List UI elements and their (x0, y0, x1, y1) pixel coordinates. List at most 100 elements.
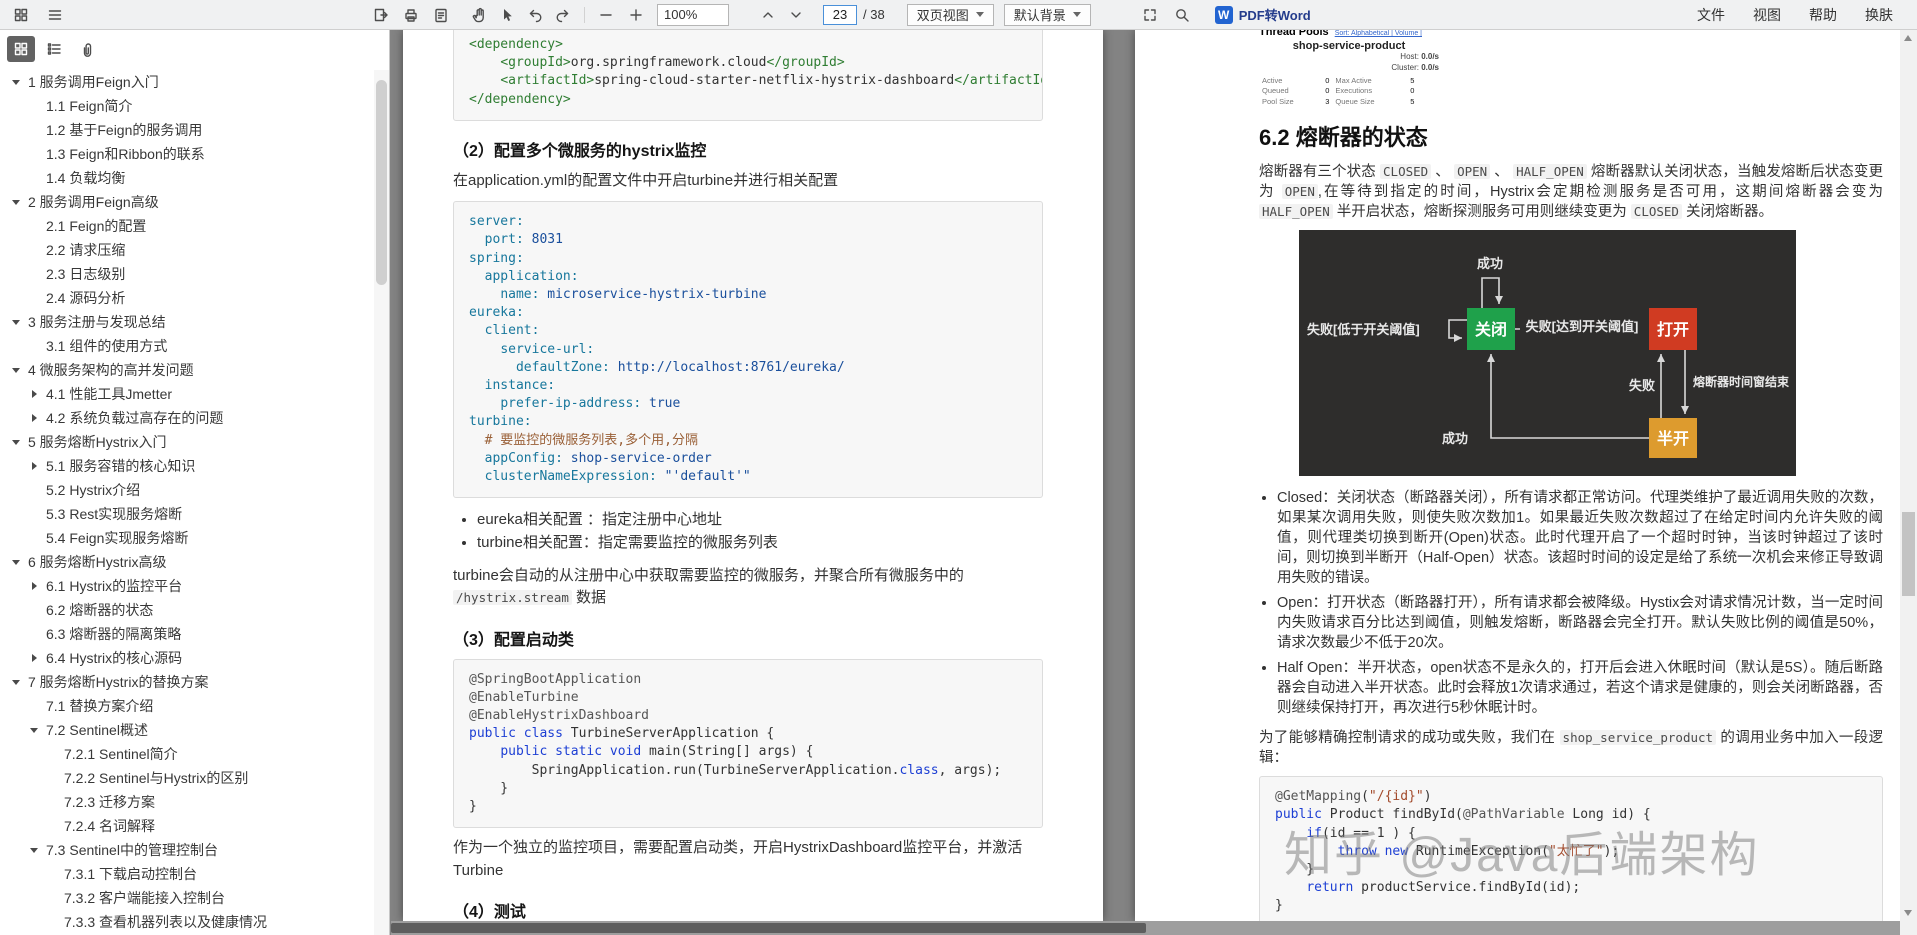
toc-item[interactable]: 5.4 Feign实现服务熔断 (0, 526, 374, 550)
toc-closed-triangle-icon[interactable] (28, 579, 42, 593)
top-menu-item[interactable]: 换肤 (1865, 5, 1893, 25)
bookmarks-sidebar: 1 服务调用Feign入门 1.1 Feign简介 1.2 基于Feign的服务调用… (0, 30, 390, 935)
toc-open-triangle-icon[interactable] (28, 843, 42, 857)
toc-item[interactable]: 2.1 Feign的配置 (0, 214, 374, 238)
scroll-up-arrow-icon[interactable] (1904, 35, 1912, 41)
vertical-scrollbar[interactable] (1900, 30, 1917, 921)
toc-closed-triangle-icon[interactable] (28, 411, 42, 425)
paragraph: 熔断器有三个状态 CLOSED 、 OPEN 、 HALF_OPEN 熔断器默认… (1259, 162, 1883, 222)
toc-item[interactable]: 2.4 源码分析 (0, 286, 374, 310)
toc-item[interactable]: 6.3 熔断器的隔离策略 (0, 622, 374, 646)
toc-item[interactable]: 1.2 基于Feign的服务调用 (0, 118, 374, 142)
toc-indent-spacer (46, 795, 60, 809)
thumbnails-view-button[interactable] (7, 36, 35, 62)
toc-item[interactable]: 4.2 系统负载过高存在的问题 (0, 406, 374, 430)
toc-item[interactable]: 2.3 日志级别 (0, 262, 374, 286)
section-heading: （4）测试 (453, 904, 526, 921)
prev-page-button[interactable] (755, 3, 781, 27)
top-toolbar: / 38 双页视图 默认背景 W PDF转Word 文件 视图 帮助 换肤 (0, 0, 1917, 30)
diagram-label-success-top: 成功 (1477, 256, 1503, 271)
toc-item[interactable]: 4.1 性能工具Jmetter (0, 382, 374, 406)
toc-item[interactable]: 1 服务调用Feign入门 (0, 70, 374, 94)
toc-item-label: 5.4 Feign实现服务熔断 (46, 530, 189, 546)
view-mode-dropdown[interactable]: 双页视图 (906, 3, 994, 26)
toc-item[interactable]: 7 服务熔断Hystrix的替换方案 (0, 670, 374, 694)
toc-item-label: 6.1 Hystrix的监控平台 (46, 578, 183, 594)
toc-item[interactable]: 5.3 Rest实现服务熔断 (0, 502, 374, 526)
list-icon (47, 43, 61, 55)
toc-item[interactable]: 6 服务熔断Hystrix高级 (0, 550, 374, 574)
export-button[interactable] (368, 3, 394, 27)
toc-item[interactable]: 6.4 Hystrix的核心源码 (0, 646, 374, 670)
zoom-in-button[interactable] (623, 3, 649, 27)
toc-item-label: 7 服务熔断Hystrix的替换方案 (28, 674, 209, 690)
toc-open-triangle-icon[interactable] (10, 195, 24, 209)
fullscreen-icon (1144, 8, 1156, 21)
toc-item[interactable]: 4 微服务架构的高并发问题 (0, 358, 374, 382)
top-menu-item[interactable]: 视图 (1753, 5, 1781, 25)
toc-item[interactable]: 7.3.1 下载启动控制台 (0, 862, 374, 886)
next-page-button[interactable] (783, 3, 809, 27)
annotate-button[interactable] (428, 3, 454, 27)
redo-button[interactable] (550, 3, 576, 27)
toc-item[interactable]: 7.2.4 名词解释 (0, 814, 374, 838)
hand-tool-button[interactable] (466, 3, 492, 27)
toc-open-triangle-icon[interactable] (10, 75, 24, 89)
top-menu-item[interactable]: 文件 (1697, 5, 1725, 25)
scroll-down-arrow-icon[interactable] (1904, 910, 1912, 916)
dash-stat-value: 0 (1410, 86, 1415, 96)
horizontal-scrollbar[interactable] (391, 921, 1900, 935)
search-button[interactable] (1169, 3, 1195, 27)
toc-open-triangle-icon[interactable] (10, 435, 24, 449)
toc-open-triangle-icon[interactable] (10, 363, 24, 377)
print-button[interactable] (398, 3, 424, 27)
fullscreen-button[interactable] (1137, 3, 1163, 27)
toc-indent-spacer (28, 147, 42, 161)
sidebar-toggle-button[interactable] (42, 3, 68, 27)
top-menu-item[interactable]: 帮助 (1809, 5, 1837, 25)
toc-item[interactable]: 6.2 熔断器的状态 (0, 598, 374, 622)
toc-item[interactable]: 3 服务注册与发现总结 (0, 310, 374, 334)
toc-item[interactable]: 7.3.3 查看机器列表以及健康情况 (0, 910, 374, 934)
toc-item-label: 6.4 Hystrix的核心源码 (46, 650, 183, 666)
toc-closed-triangle-icon[interactable] (28, 459, 42, 473)
toc-item[interactable]: 2.2 请求压缩 (0, 238, 374, 262)
toc-item[interactable]: 7.2.2 Sentinel与Hystrix的区别 (0, 766, 374, 790)
vertical-scrollbar-thumb[interactable] (1902, 512, 1915, 596)
attachments-button[interactable] (73, 36, 101, 62)
toc-item[interactable]: 1.4 负载均衡 (0, 166, 374, 190)
toc-item[interactable]: 1.1 Feign简介 (0, 94, 374, 118)
toc-item[interactable]: 7.3 Sentinel中的管理控制台 (0, 838, 374, 862)
pdf-to-word-button[interactable]: W PDF转Word (1214, 5, 1311, 24)
page-number-input[interactable] (823, 4, 857, 25)
toc-item[interactable]: 7.2 Sentinel概述 (0, 718, 374, 742)
horizontal-scrollbar-thumb[interactable] (391, 923, 1146, 933)
toc-open-triangle-icon[interactable] (10, 555, 24, 569)
select-tool-button[interactable] (494, 3, 520, 27)
outline-view-button[interactable] (40, 36, 68, 62)
toc-item[interactable]: 5.2 Hystrix介绍 (0, 478, 374, 502)
toc-item[interactable]: 5.1 服务容错的核心知识 (0, 454, 374, 478)
dash-stat-value: 5 (1410, 97, 1415, 107)
toc-item[interactable]: 2 服务调用Feign高级 (0, 190, 374, 214)
undo-button[interactable] (522, 3, 548, 27)
toc-item[interactable]: 6.1 Hystrix的监控平台 (0, 574, 374, 598)
toc-item[interactable]: 7.3.2 客户端能接入控制台 (0, 886, 374, 910)
zoom-level-input[interactable] (657, 3, 729, 26)
background-dropdown[interactable]: 默认背景 (1003, 3, 1091, 26)
toc-open-triangle-icon[interactable] (10, 675, 24, 689)
toc-indent-spacer (46, 771, 60, 785)
toc-item[interactable]: 7.2.3 迁移方案 (0, 790, 374, 814)
sidebar-scrollbar[interactable] (374, 70, 389, 935)
zoom-out-button[interactable] (593, 3, 619, 27)
toc-item[interactable]: 7.1 替换方案介绍 (0, 694, 374, 718)
toc-closed-triangle-icon[interactable] (28, 387, 42, 401)
toc-item[interactable]: 5 服务熔断Hystrix入门 (0, 430, 374, 454)
toc-open-triangle-icon[interactable] (28, 723, 42, 737)
toc-open-triangle-icon[interactable] (10, 315, 24, 329)
toc-item[interactable]: 3.1 组件的使用方式 (0, 334, 374, 358)
sidebar-scrollbar-thumb[interactable] (376, 80, 387, 285)
toc-closed-triangle-icon[interactable] (28, 651, 42, 665)
toc-item[interactable]: 7.2.1 Sentinel简介 (0, 742, 374, 766)
toc-item[interactable]: 1.3 Feign和Ribbon的联系 (0, 142, 374, 166)
